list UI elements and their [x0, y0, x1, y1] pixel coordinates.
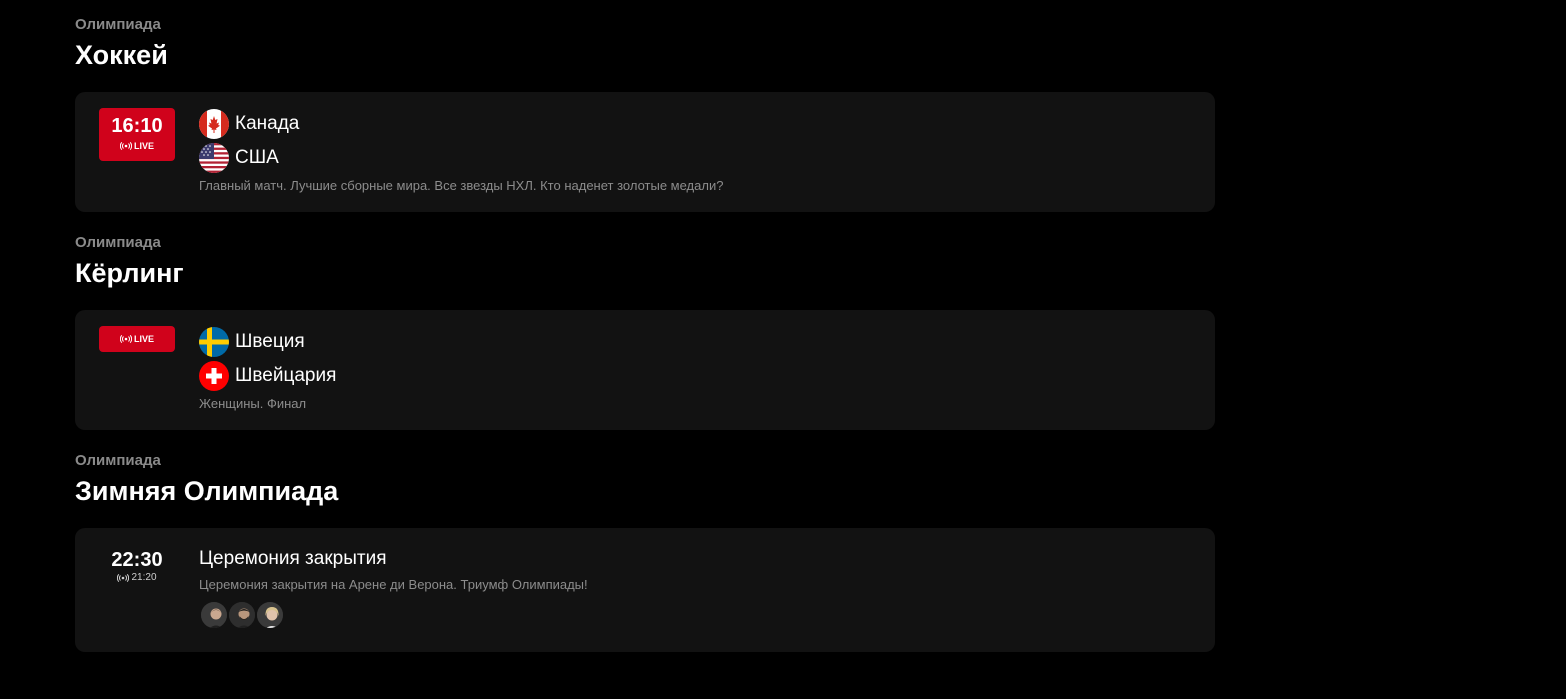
sweden-flag-icon	[199, 327, 229, 357]
broadcast-icon	[119, 335, 132, 343]
event-title: Церемония закрытия	[199, 548, 387, 569]
team-row: США	[199, 143, 1191, 173]
event-time-block: 22:30 21:20	[99, 548, 175, 584]
usa-flag-icon	[199, 143, 229, 173]
match-card[interactable]: 16:10 LIVE Канада США Главный матч. Лучш…	[75, 92, 1215, 212]
event-content: Церемония закрытия Церемония закрытия на…	[199, 546, 1191, 630]
broadcast-icon	[119, 142, 132, 150]
team-name: Швейцария	[235, 365, 337, 386]
event-card[interactable]: 22:30 21:20 Церемония закрытия Церемония…	[75, 528, 1215, 652]
team-name: Швеция	[235, 331, 305, 352]
switzerland-flag-icon	[199, 361, 229, 391]
match-time: 16:10	[111, 115, 163, 137]
broadcast-icon	[117, 574, 130, 582]
live-badge: LIVE	[99, 326, 175, 352]
section-hockey: Олимпиада Хоккей 16:10 LIVE Канада США Г…	[75, 14, 1215, 212]
live-label: LIVE	[133, 334, 154, 344]
team-name: США	[235, 147, 279, 168]
section-category: Олимпиада	[75, 16, 161, 33]
live-indicator: LIVE	[99, 140, 175, 152]
section-category: Олимпиада	[75, 452, 161, 469]
team-name: Канада	[235, 113, 300, 134]
avatar-commentator-2[interactable]	[227, 600, 257, 630]
team-row: Канада	[199, 109, 1191, 139]
match-content: Швеция Швейцария Женщины. Финал	[199, 327, 1191, 413]
avatar-commentator-3[interactable]	[255, 600, 285, 630]
broadcast-time-row: 21:20	[99, 572, 175, 584]
live-time-badge: 16:10 LIVE	[99, 108, 175, 161]
event-time: 22:30	[111, 549, 163, 571]
section-title: Зимняя Олимпиада	[75, 476, 339, 506]
match-description: Женщины. Финал	[199, 396, 307, 411]
schedule-page: Олимпиада Хоккей 16:10 LIVE Канада США Г…	[0, 0, 1566, 699]
section-winter-olympics: Олимпиада Зимняя Олимпиада 22:30 21:20 Ц…	[75, 450, 1215, 652]
canada-flag-icon	[199, 109, 229, 139]
section-title: Хоккей	[75, 40, 168, 70]
section-curling: Олимпиада Кёрлинг LIVE Швеция Швейцария …	[75, 232, 1215, 430]
match-content: Канада США Главный матч. Лучшие сборные …	[199, 109, 1191, 195]
section-category: Олимпиада	[75, 234, 161, 251]
match-card[interactable]: LIVE Швеция Швейцария Женщины. Финал	[75, 310, 1215, 430]
event-description: Церемония закрытия на Арене ди Верона. Т…	[199, 577, 588, 592]
commentators-avatars	[199, 600, 1191, 630]
team-row: Швейцария	[199, 361, 1191, 391]
broadcast-time: 21:20	[131, 572, 157, 583]
live-label: LIVE	[133, 141, 154, 151]
team-row: Швеция	[199, 327, 1191, 357]
section-title: Кёрлинг	[75, 258, 184, 288]
match-description: Главный матч. Лучшие сборные мира. Все з…	[199, 178, 724, 193]
avatar-commentator-1[interactable]	[199, 600, 229, 630]
